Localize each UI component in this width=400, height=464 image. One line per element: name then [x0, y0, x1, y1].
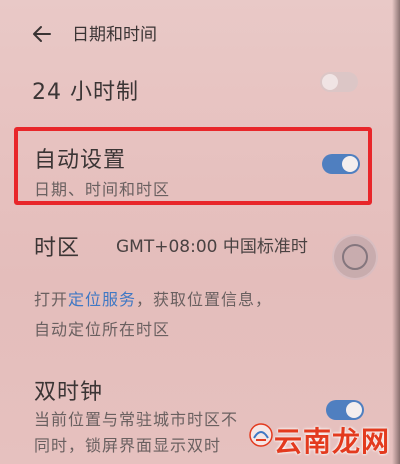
toggle-knob [322, 74, 338, 90]
highlight-box [14, 127, 372, 205]
dual-clock-label: 双时钟 [34, 380, 104, 405]
dual-clock-desc-line2: 同时，锁屏界面显示双时 [34, 436, 222, 455]
device-bezel [392, 0, 400, 464]
watermark-logo-icon [248, 422, 274, 448]
24-hour-label: 24 小时制 [32, 80, 139, 105]
desc-prefix: 打开 [34, 290, 69, 309]
24-hour-toggle[interactable] [320, 72, 358, 92]
back-arrow-icon[interactable] [30, 22, 54, 46]
page-title: 日期和时间 [72, 25, 157, 45]
toggle-knob [346, 402, 362, 418]
dual-clock-desc-line1: 当前位置与常驻城市时区不 [34, 410, 239, 429]
watermark-text: 云南龙网 [273, 425, 390, 458]
timezone-description-line2: 自动定位所在时区 [34, 320, 171, 339]
touch-indicator-inner [342, 244, 368, 270]
dual-clock-toggle[interactable] [326, 400, 364, 420]
touch-indicator-icon [334, 236, 376, 278]
watermark: 云南龙网 [274, 420, 390, 460]
timezone-description-line1: 打开定位服务，获取位置信息， [34, 286, 272, 310]
date-time-settings-screen: 日期和时间 24 小时制 自动设置 日期、时间和时区 时区 GMT+08:00 … [0, 0, 400, 464]
location-service-link[interactable]: 定位服务 [68, 290, 136, 309]
timezone-value[interactable]: GMT+08:00 中国标准时 [116, 232, 308, 257]
timezone-label: 时区 [34, 236, 81, 261]
desc-suffix: ，获取位置信息， [136, 290, 273, 309]
